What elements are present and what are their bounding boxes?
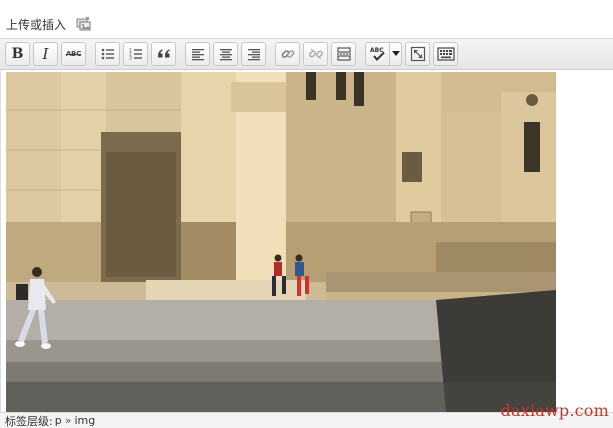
chevron-down-icon xyxy=(391,51,400,56)
upload-insert-bar: 上传或插入 xyxy=(6,14,92,34)
align-left-icon xyxy=(191,49,204,61)
fullscreen-icon xyxy=(410,46,425,62)
more-tag-icon xyxy=(336,47,351,61)
unordered-list-button[interactable] xyxy=(95,42,120,66)
align-center-icon xyxy=(219,49,232,61)
path-label: 标签层级: xyxy=(5,414,53,428)
ordered-list-button[interactable]: 1 2 3 xyxy=(123,42,148,66)
editor-toolbar: B I ABC 1 2 3 ABC xyxy=(0,38,613,70)
kitchen-sink-button[interactable] xyxy=(433,42,458,66)
path-item-img[interactable]: img xyxy=(74,414,95,427)
kitchen-sink-icon xyxy=(436,47,455,61)
link-icon xyxy=(281,50,294,58)
align-right-button[interactable] xyxy=(241,42,266,66)
italic-button[interactable]: I xyxy=(33,42,58,66)
unlink-button[interactable] xyxy=(303,42,328,66)
add-media-icon[interactable] xyxy=(76,16,92,32)
align-right-icon xyxy=(247,49,260,61)
unordered-list-icon xyxy=(101,48,114,60)
spellcheck-dropdown-button[interactable] xyxy=(390,42,402,66)
strikethrough-button[interactable]: ABC xyxy=(61,42,86,66)
strikethrough-icon: ABC xyxy=(65,50,82,58)
svg-text:3: 3 xyxy=(129,56,132,62)
align-left-button[interactable] xyxy=(185,42,210,66)
insert-link-button[interactable] xyxy=(275,42,300,66)
blockquote-button[interactable] xyxy=(151,42,176,66)
italic-icon: I xyxy=(42,45,49,63)
bold-button[interactable]: B xyxy=(5,42,30,66)
watermark-text: daxiawp.com xyxy=(500,401,609,420)
path-item-p[interactable]: p xyxy=(55,414,62,427)
svg-text:ABC: ABC xyxy=(370,47,384,54)
fullscreen-button[interactable] xyxy=(405,42,430,66)
editor-content-area[interactable] xyxy=(0,70,613,412)
upload-insert-label: 上传或插入 xyxy=(6,17,67,32)
spellcheck-split-button: ABC xyxy=(365,42,402,66)
path-separator: » xyxy=(64,414,72,427)
spellcheck-icon: ABC xyxy=(370,47,385,61)
bold-icon: B xyxy=(11,46,24,62)
ordered-list-icon: 1 2 3 xyxy=(129,48,142,62)
spellcheck-button[interactable]: ABC xyxy=(365,42,390,66)
insert-more-tag-button[interactable] xyxy=(331,42,356,66)
align-center-button[interactable] xyxy=(213,42,238,66)
photo-image[interactable] xyxy=(6,72,556,412)
blockquote-icon xyxy=(157,49,170,58)
unlink-icon xyxy=(308,48,323,60)
